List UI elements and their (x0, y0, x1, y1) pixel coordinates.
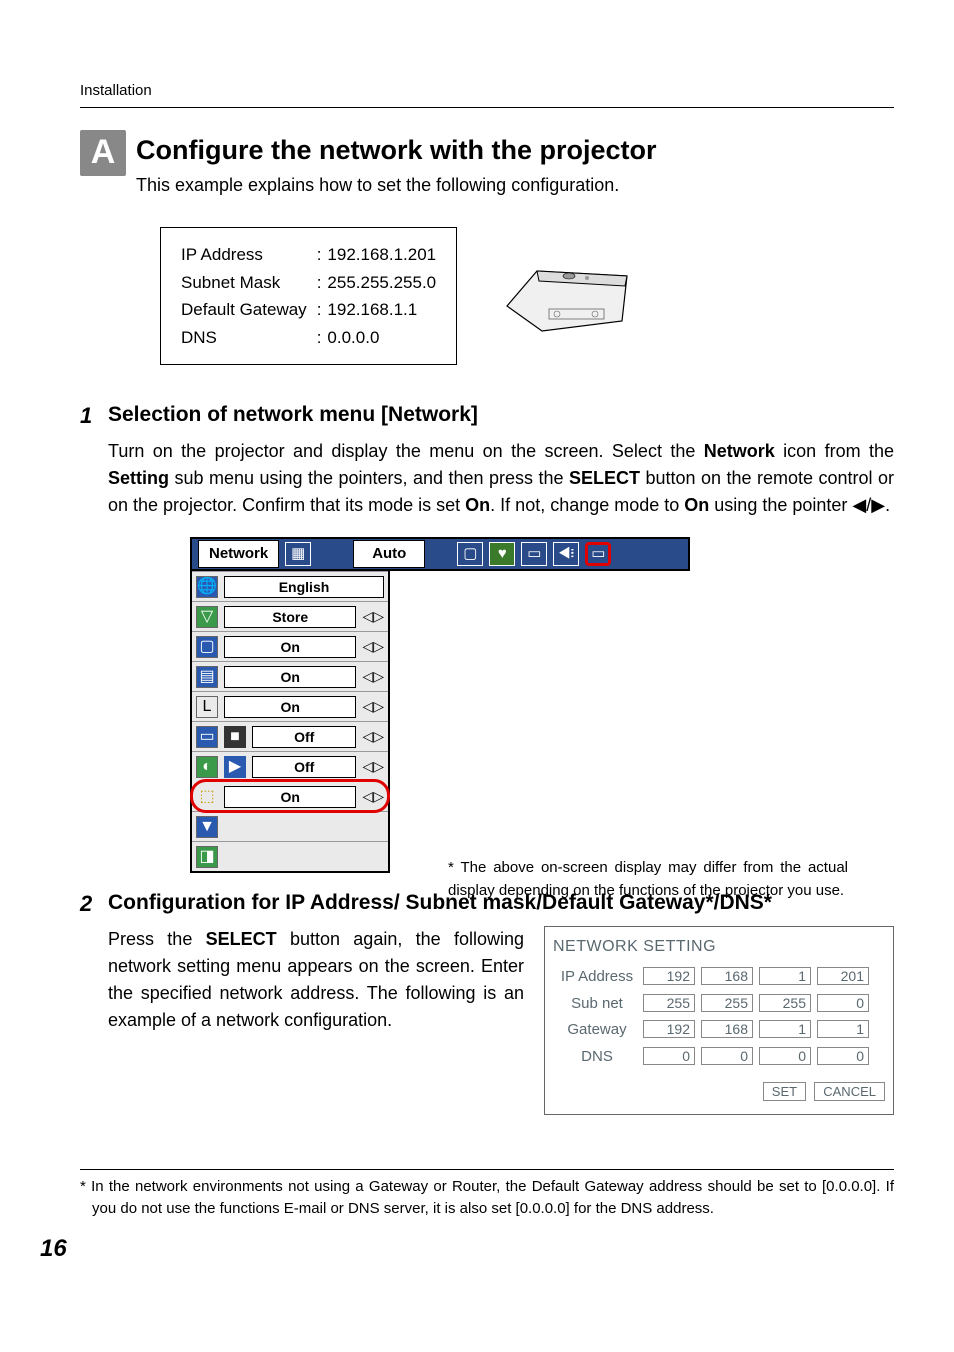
arrows-icon: ◁▷ (362, 756, 384, 777)
gateway-octet[interactable] (643, 1020, 695, 1038)
ceiling-icon: ▭ (196, 726, 218, 748)
cancel-button[interactable]: CANCEL (814, 1082, 885, 1101)
menu-row: 🌐English (192, 571, 388, 601)
config-row: Default Gateway:192.168.1.1 (181, 297, 436, 323)
bluescreen-icon: ▢ (196, 636, 218, 658)
ip-octet[interactable] (817, 967, 869, 985)
projector-illustration (497, 251, 637, 341)
store-icon: ▽ (196, 606, 218, 628)
arrows-icon: ◁▷ (362, 726, 384, 747)
menu-row: ▭■Off◁▷ (192, 721, 388, 751)
step-1-body: Turn on the projector and display the me… (108, 438, 894, 519)
lamp-icon: ♥ (489, 542, 515, 566)
logo-icon: L (196, 696, 218, 718)
osd-menu-bar: Network ▦ Auto ▢ ♥ ▭ ◀፧ ▭ (190, 537, 690, 571)
gateway-octet[interactable] (759, 1020, 811, 1038)
section-header: Installation (80, 80, 894, 108)
network-menu-icon: ⬚ (196, 786, 218, 808)
menu-row: ▢On◁▷ (192, 631, 388, 661)
block-a-badge: A (80, 130, 126, 176)
block-a-subtitle: This example explains how to set the fol… (136, 172, 657, 199)
subnet-octet[interactable] (817, 994, 869, 1012)
step-number: 2 (80, 887, 100, 920)
netset-row: Gateway (555, 1018, 871, 1043)
menu-row: ◐▶Off◁▷ (192, 751, 388, 781)
step-2-body: Press the SELECT button again, the follo… (108, 926, 524, 1034)
menu-row: ◨ (192, 841, 388, 871)
arrows-icon: ◁▷ (362, 606, 384, 627)
rear-proj-icon: ▶ (224, 756, 246, 778)
down-arrow-icon: ▼ (196, 816, 218, 838)
arrows-icon: ◁▷ (362, 696, 384, 717)
set-button[interactable]: SET (763, 1082, 806, 1101)
netset-label: DNS (555, 1045, 639, 1070)
menu-bar-auto-label: Auto (353, 540, 425, 569)
menu-row-network: ⬚On◁▷ (192, 781, 388, 811)
dns-octet[interactable] (817, 1047, 869, 1065)
step-1-heading: 1 Selection of network menu [Network] (80, 399, 894, 432)
footnote-rule (80, 1169, 894, 1170)
netset-row: DNS (555, 1045, 871, 1070)
osd-menu-figure: Network ▦ Auto ▢ ♥ ▭ ◀፧ ▭ 🌐English ▽Stor… (190, 537, 894, 873)
menu-bar-network-label: Network (198, 540, 279, 569)
sound-icon: ◀፧ (553, 542, 579, 566)
dns-octet[interactable] (701, 1047, 753, 1065)
osd-caption: * The above on-screen display may differ… (448, 857, 848, 902)
config-row: IP Address:192.168.1.201 (181, 242, 436, 268)
block-a-title: Configure the network with the projector (136, 130, 657, 171)
config-row: DNS:0.0.0.0 (181, 325, 436, 351)
menu-row: ▤On◁▷ (192, 661, 388, 691)
osd-menu-rows: 🌐English ▽Store◁▷ ▢On◁▷ ▤On◁▷ LOn◁▷ ▭■Of… (190, 571, 390, 873)
block-a: A Configure the network with the project… (80, 130, 894, 200)
subnet-octet[interactable] (759, 994, 811, 1012)
gateway-octet[interactable] (701, 1020, 753, 1038)
netset-label: Gateway (555, 1018, 639, 1043)
menu-row: ▽Store◁▷ (192, 601, 388, 631)
ip-octet[interactable] (759, 967, 811, 985)
subnet-octet[interactable] (643, 994, 695, 1012)
network-setting-title: NETWORK SETTING (553, 935, 885, 959)
netset-row: IP Address (555, 965, 871, 990)
rear-icon: ◐ (196, 756, 218, 778)
display-setting-icon: ▤ (196, 666, 218, 688)
netset-row: Sub net (555, 992, 871, 1017)
network-icon: ▭ (585, 542, 611, 566)
step-title: Selection of network menu [Network] (108, 399, 478, 432)
arrows-icon: ◁▷ (362, 636, 384, 657)
exit-icon: ◨ (196, 846, 218, 868)
gateway-octet[interactable] (817, 1020, 869, 1038)
arrows-icon: ◁▷ (362, 786, 384, 807)
dns-octet[interactable] (643, 1047, 695, 1065)
globe-icon: 🌐 (196, 576, 218, 598)
menu-row: LOn◁▷ (192, 691, 388, 721)
proj-icon: ■ (224, 726, 246, 748)
dns-octet[interactable] (759, 1047, 811, 1065)
config-row: Subnet Mask:255.255.255.0 (181, 270, 436, 296)
input-icon: ▦ (285, 542, 311, 566)
subnet-octet[interactable] (701, 994, 753, 1012)
network-setting-panel: NETWORK SETTING IP Address Sub net Gatew… (544, 926, 894, 1115)
display-icon: ▭ (521, 542, 547, 566)
netset-label: IP Address (555, 965, 639, 990)
step-number: 1 (80, 399, 100, 432)
arrows-icon: ◁▷ (362, 666, 384, 687)
ip-octet[interactable] (701, 967, 753, 985)
ip-octet[interactable] (643, 967, 695, 985)
menu-row: ▼ (192, 811, 388, 841)
page-number: 16 (40, 1231, 894, 1267)
config-box: IP Address:192.168.1.201 Subnet Mask:255… (160, 227, 457, 365)
footnote: * In the network environments not using … (80, 1176, 894, 1221)
netset-label: Sub net (555, 992, 639, 1017)
screen-icon: ▢ (457, 542, 483, 566)
